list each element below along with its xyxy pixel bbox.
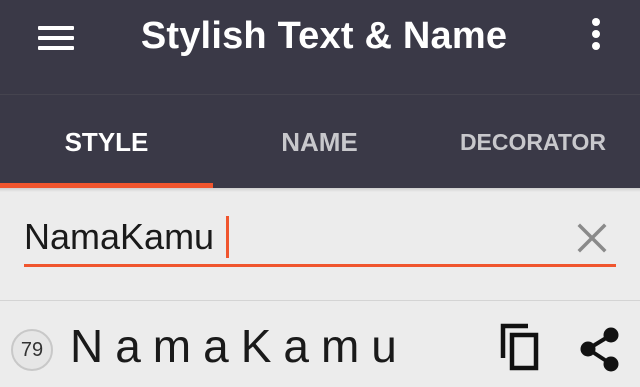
styled-text-preview: NamaKamu [70,320,409,372]
tab-style-label: STYLE [64,126,149,157]
name-input-container [24,206,616,268]
close-icon[interactable] [572,218,612,258]
app-bar-shadow [0,188,640,192]
tab-decorator-label: DECORATOR [459,128,607,155]
tab-bar: STYLE NAME DECORATOR [0,96,640,188]
list-divider [0,300,640,301]
toolbar-divider [0,94,640,95]
tab-name-label: NAME [281,126,358,157]
tab-name[interactable]: NAME [213,96,426,188]
copy-icon[interactable] [494,320,546,376]
input-underline [24,264,616,267]
text-cursor [226,216,229,258]
toolbar: Stylish Text & Name [0,0,640,80]
tab-style[interactable]: STYLE [0,96,213,188]
share-icon[interactable] [576,324,624,376]
app-bar: Stylish Text & Name STYLE NAME DECORATOR [0,0,640,188]
app-title: Stylish Text & Name [140,15,508,57]
list-item[interactable]: 79 NamaKamu [0,302,640,387]
more-vertical-icon[interactable] [585,14,609,58]
style-number-badge: 79 [11,329,53,371]
tab-decorator[interactable]: DECORATOR [426,96,640,188]
name-input[interactable] [24,212,564,262]
